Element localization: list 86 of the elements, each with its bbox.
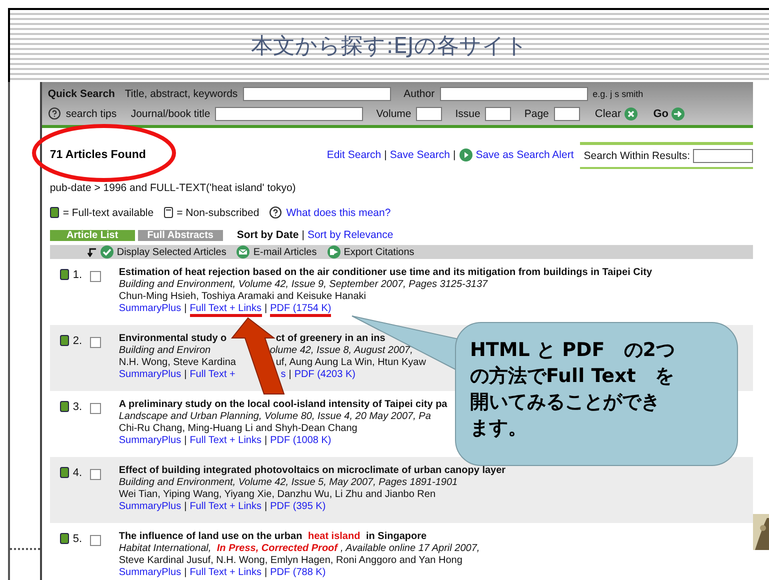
article-source: Building and Environ (118, 345, 211, 356)
field-label: Author (404, 88, 435, 100)
result-number: 4. (72, 467, 82, 479)
legend-text: = Non-subscribed (176, 206, 260, 218)
search-link[interactable]: Save Search (390, 149, 450, 161)
separator: | (264, 435, 268, 446)
article-link[interactable]: Full Text + (190, 369, 236, 380)
article-link[interactable]: SummaryPlus (118, 501, 182, 512)
field-label: Page (524, 108, 549, 120)
separator: | (302, 229, 304, 241)
search-within-label: Search Within Results: (584, 150, 690, 162)
article-title: Estimation of heat rejection based on the air conditioner use time and its mitigation from buildings in Taipei City (118, 267, 652, 278)
separator: | (288, 369, 292, 380)
article-authors: Wei Tian, Yiping Wang, Yiyang Xie, Danzhu Wu, Li Zhu and Jianbo Ren (118, 489, 436, 500)
article-authors: uf, Aung Aung La Win, Htun Kyaw (276, 357, 426, 368)
field-label: Issue (455, 108, 480, 120)
article-link[interactable]: SummaryPlus (118, 567, 182, 578)
article-link[interactable]: PDF (1754 K) (270, 303, 332, 317)
query-text: pub-date > 1996 and FULL-TEXT('heat island' tokyo) (50, 182, 296, 194)
legend-text: = Full-text available (62, 206, 154, 218)
callout-text: の方法でFull Text を (470, 364, 674, 389)
separator: | (184, 435, 187, 446)
article-link[interactable]: PDF (1008 K) (270, 435, 332, 446)
search-link[interactable]: Edit Search (326, 149, 382, 161)
search-alert-link[interactable]: Save as Search Alert (476, 149, 574, 161)
article-title: Effect of building integrated photovoltaics on microclimate of urban canopy layer (118, 465, 506, 476)
article-source: olume 42, Issue 8, August 2007, (270, 345, 413, 356)
article-title: heat island (308, 531, 360, 542)
article-link[interactable]: PDF (4203 K) (294, 369, 356, 380)
field-label: Journal/book title (130, 108, 210, 120)
separator: | (384, 149, 387, 161)
help-link[interactable]: What does this mean? (286, 206, 391, 218)
article-source: Landscape and Urban Planning, Volume 80, Issue 4, 20 May 2007, Pa (118, 411, 431, 422)
sort-option[interactable]: Sort by Date (236, 229, 299, 241)
separator: | (264, 303, 268, 314)
article-source: Building and Environment, Volume 42, Issue 9, September 2007, Pages 3125-3137 (118, 279, 488, 290)
go-button[interactable]: Go (653, 106, 686, 120)
article-link[interactable]: Full Text + Links (190, 567, 262, 578)
article-title: A preliminary study on the local cool-island intensity of Taipei city pa (118, 399, 448, 410)
toolbar-button[interactable]: E-mail Articles (236, 245, 317, 259)
search-tips-link[interactable]: search tips (66, 108, 126, 120)
article-authors: Chi-Ru Chang, Ming-Huang Li and Shyh-Dean Chang (118, 423, 358, 434)
article-link[interactable]: SummaryPlus (118, 303, 182, 314)
result-number: 2. (72, 335, 82, 347)
toolbar-button[interactable]: Export Citations (326, 245, 414, 259)
article-source: In Press, Corrected Proof (216, 543, 338, 554)
separator: | (264, 567, 268, 578)
article-link[interactable]: SummaryPlus (118, 369, 182, 380)
article-link[interactable]: Full Text + Links (190, 501, 262, 512)
article-source: Habitat International, (118, 543, 212, 554)
article-link[interactable]: s (280, 369, 286, 380)
article-link[interactable]: SummaryPlus (118, 435, 182, 446)
separator: | (184, 567, 187, 578)
article-authors: N.H. Wong, Steve Kardina (118, 357, 236, 368)
author-hint: e.g. j s smith (592, 88, 644, 98)
article-title: The influence of land use on the urban (118, 531, 304, 542)
callout-text: HTML と PDF の2つ (470, 338, 676, 363)
article-link[interactable]: PDF (395 K) (270, 501, 326, 512)
separator: | (452, 149, 456, 161)
callout-text: 開いてみることができ (470, 390, 660, 415)
result-number: 5. (72, 533, 82, 545)
article-authors: Steve Kardinal Jusuf, N.H. Wong, Emlyn Hagen, Roni Anggoro and Yan Hong (118, 555, 462, 566)
callout-text: ます。 (470, 416, 527, 441)
sort-option[interactable]: Sort by Relevance (307, 229, 394, 241)
article-title: ct of greenery in an ins (276, 333, 386, 344)
results-count: 71 Articles Found (50, 149, 147, 161)
result-number: 1. (72, 269, 82, 281)
result-number: 3. (72, 401, 82, 413)
article-source: Building and Environment, Volume 42, Issue 5, May 2007, Pages 1891-1901 (118, 477, 458, 488)
article-link[interactable]: PDF (788 K) (270, 567, 326, 578)
article-link[interactable]: Full Text + Links (190, 435, 262, 446)
separator: | (184, 501, 187, 512)
clear-button[interactable]: Clear (594, 106, 638, 120)
article-title: in Singapore (364, 531, 427, 542)
quick-search-title: Quick Search (48, 88, 116, 100)
separator: | (184, 303, 187, 314)
toolbar-button[interactable]: Display Selected Articles (100, 245, 226, 259)
separator: | (184, 369, 187, 380)
separator: | (264, 501, 268, 512)
field-label: Volume (376, 108, 412, 120)
slide-title: 本文から探す:EJの各サイト (251, 33, 528, 61)
field-label: Title, abstract, keywords (124, 88, 238, 100)
article-link[interactable]: Full Text + Links (190, 303, 262, 317)
article-authors: Chun-Ming Hsieh, Toshiya Aramaki and Keisuke Hanaki (118, 291, 366, 302)
article-source: , Available online 17 April 2007, (340, 543, 480, 554)
article-title: Environmental study o (118, 333, 227, 344)
